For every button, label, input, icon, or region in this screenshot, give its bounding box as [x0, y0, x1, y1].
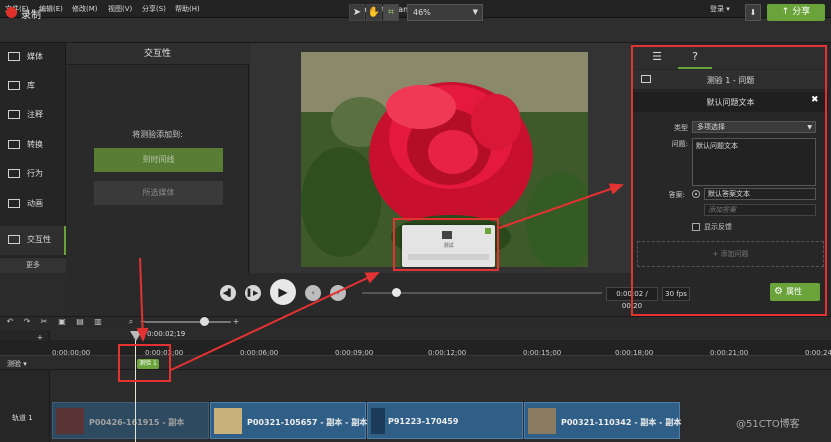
- watermark: @51CTO博客: [736, 419, 800, 430]
- annotation-arrows: [136, 183, 624, 371]
